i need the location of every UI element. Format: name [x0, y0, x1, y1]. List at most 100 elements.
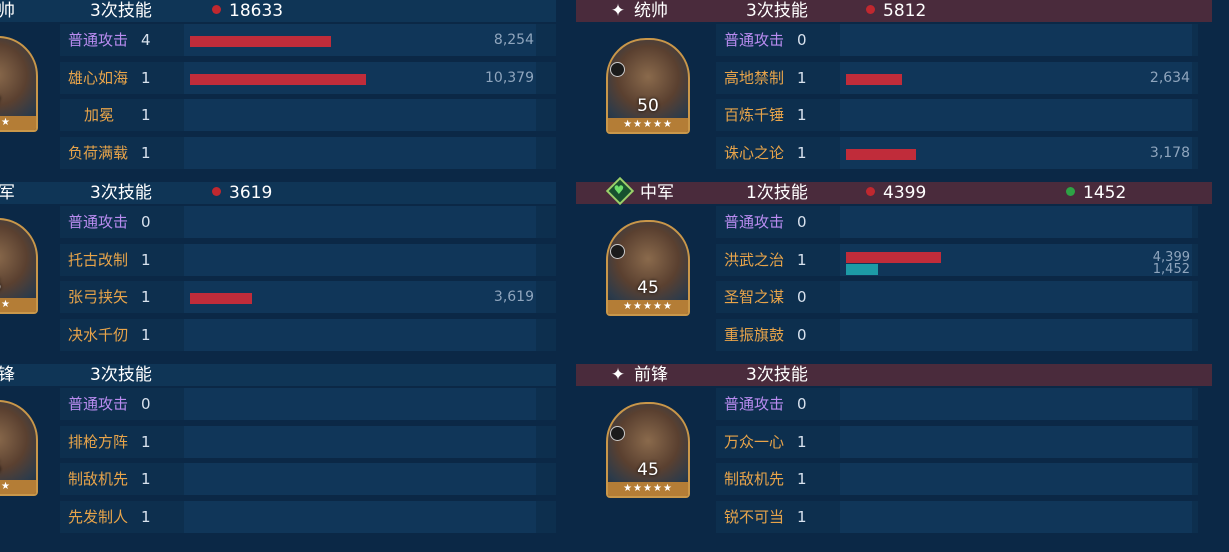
role-label: ♥ 中军	[605, 176, 674, 206]
star-rating: ★★★	[0, 298, 36, 312]
hero-portrait[interactable]: 45 ★★★★★	[606, 402, 690, 498]
skill-count: 1	[141, 143, 151, 162]
skill-row: 先发制人 1	[60, 499, 556, 533]
heal-bar	[846, 263, 878, 275]
skill-name: 锐不可当	[724, 507, 785, 526]
role-label: 军	[0, 182, 15, 204]
hero-portrait[interactable]: 45 ★★★★★	[606, 220, 690, 316]
skill-name: 百炼千锤	[724, 106, 785, 124]
hero-level: 45	[637, 460, 659, 480]
skill-row: 负荷满载 1	[60, 135, 556, 169]
skill-count: 1	[797, 143, 807, 162]
skill-row: 制敌机先 1	[60, 461, 556, 495]
group-header: ✦ 前锋 3次技能	[576, 364, 1212, 386]
damage-bar	[846, 148, 917, 160]
skill-name: 张弓挟矢	[68, 288, 129, 306]
damage-bar	[846, 73, 903, 85]
stat-value: 1452	[1083, 183, 1127, 203]
unit-group: ✦ 统帅 3次技能 5812 普通攻击 0 高地禁制 1 2,634 百炼千锤 1 诛心之论 1 3,17…	[576, 0, 1212, 182]
damage-bar-track	[840, 99, 1192, 131]
hero-level: 5	[0, 458, 36, 478]
skill-name: 托古改制	[68, 250, 129, 269]
skill-row: 高地禁制 1 2,634	[716, 60, 1198, 94]
skill-count: 1	[141, 507, 151, 526]
damage-bar-track	[840, 243, 1192, 276]
sparkle-icon: ✦	[610, 365, 626, 385]
star-rating: ★★★★★	[608, 300, 688, 314]
damage-bar-track	[184, 243, 536, 276]
skill-row: 排枪方阵 1	[60, 424, 556, 458]
unit-type-icon	[610, 244, 625, 259]
hero-level: 45	[637, 278, 659, 298]
role-text: 前锋	[634, 365, 668, 385]
skill-count: 1	[797, 470, 807, 488]
skill-count: 0	[797, 395, 807, 413]
damage-value: 10,379	[485, 69, 534, 86]
skill-row: 张弓挟矢 1 3,619	[60, 279, 556, 313]
skill-name: 普通攻击	[68, 395, 129, 413]
unit-type-icon	[610, 62, 625, 77]
group-header: 军 3次技能 3619	[0, 182, 556, 204]
stat-value: 5812	[883, 1, 927, 21]
damage-bar-track	[184, 24, 536, 56]
hero-portrait[interactable]: 50 ★★★★★	[606, 38, 690, 134]
skill-cast-count: 3次技能	[90, 365, 152, 385]
red-dot-icon	[212, 4, 221, 14]
skill-count: 1	[797, 432, 807, 451]
skill-count: 0	[797, 325, 807, 344]
damage-bar	[190, 293, 252, 304]
skill-name: 制敌机先	[724, 470, 785, 488]
skill-row: 普通攻击 0	[716, 22, 1198, 56]
damage-value: 3,178	[1149, 144, 1190, 161]
role-text: 统帅	[634, 1, 668, 21]
group-header: ♥ 中军 1次技能 4399 1452	[576, 176, 1212, 206]
role-text: 锋	[0, 365, 15, 385]
skill-row: 诛心之论 1 3,178	[716, 135, 1198, 169]
skill-row: 万众一心 1	[716, 424, 1198, 458]
skill-row: 普通攻击 4 8,254	[60, 22, 556, 56]
unit-group: ♥ 中军 1次技能 4399 1452 普通攻击 0 洪武之治 1 4,399 1,452 圣智之谋 0…	[576, 176, 1212, 364]
skill-name: 雄心如海	[68, 68, 129, 87]
skill-count: 1	[141, 432, 151, 451]
damage-bar-track	[840, 206, 1192, 238]
damage-total: 4399	[866, 182, 926, 204]
skill-row: 重振旗鼓 0	[716, 317, 1198, 351]
skill-count: 0	[141, 395, 151, 413]
red-dot-icon	[212, 186, 221, 196]
skill-row: 普通攻击 0	[60, 386, 556, 420]
damage-bar-track	[840, 136, 1192, 169]
hero-portrait[interactable]: 6 ★★★	[0, 218, 38, 314]
skill-row: 普通攻击 0	[716, 386, 1198, 420]
skill-count: 1	[141, 250, 151, 269]
skill-name: 重振旗鼓	[724, 325, 785, 344]
skill-count: 0	[141, 213, 151, 231]
skill-row: 加冕 1	[60, 97, 556, 131]
role-text: 中军	[640, 183, 674, 203]
role-text: 帅	[0, 1, 15, 21]
damage-value: 8,254	[493, 32, 534, 48]
damage-bar-track	[184, 388, 536, 420]
unit-group: 帅 3次技能 18633 普通攻击 4 8,254 雄心如海 1 10,379 加冕 1 负荷满载 1 7…	[0, 0, 556, 182]
star-rating: ★★★	[0, 116, 36, 130]
hero-portrait[interactable]: 5 ★★★	[0, 400, 38, 496]
skill-count: 1	[141, 106, 151, 124]
role-label: ✦ 统帅	[610, 0, 668, 22]
damage-bar	[846, 251, 942, 263]
skill-name: 圣智之谋	[724, 288, 785, 306]
damage-bar-track	[840, 425, 1192, 458]
skill-cast-count: 3次技能	[746, 365, 808, 385]
skill-name: 万众一心	[724, 432, 785, 451]
skill-count: 1	[141, 325, 151, 344]
damage-total: 5812	[866, 0, 926, 22]
skill-count: 0	[797, 288, 807, 306]
skill-count: 1	[141, 470, 151, 488]
skill-name: 决水千仞	[68, 325, 129, 344]
skill-name: 普通攻击	[724, 213, 785, 231]
group-header: 帅 3次技能 18633	[0, 0, 556, 22]
star-rating: ★★★	[0, 480, 36, 494]
role-text: 军	[0, 183, 15, 203]
skill-row: 百炼千锤 1	[716, 97, 1198, 131]
skill-count: 1	[141, 288, 151, 306]
damage-bar-track	[184, 463, 536, 495]
hero-portrait[interactable]: 7 ★★★	[0, 36, 38, 132]
